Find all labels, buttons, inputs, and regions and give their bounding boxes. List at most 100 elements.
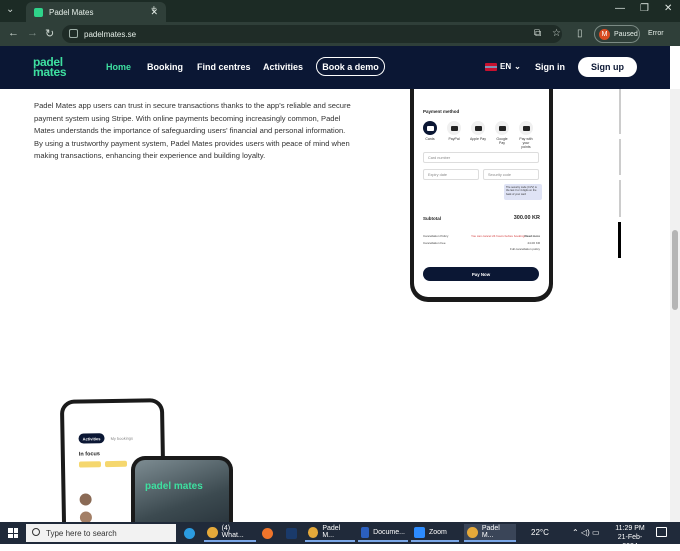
carousel-indicator[interactable] [619, 97, 621, 134]
restore-icon[interactable]: ❐ [640, 3, 649, 14]
nav-find-centres[interactable]: Find centres [197, 62, 251, 72]
bookmark-star-icon[interactable]: ☆ [552, 28, 561, 39]
minimize-icon[interactable]: — [615, 3, 625, 14]
cancellation-policy-label: Cancellation Policy [423, 234, 449, 238]
splash-screen: padel mates [135, 460, 229, 530]
carousel-indicator[interactable] [619, 89, 621, 97]
forward-icon[interactable]: → [27, 27, 38, 39]
windows-start-icon[interactable] [8, 528, 18, 538]
side-panel-icon[interactable]: ▯ [577, 28, 583, 39]
points-icon [519, 121, 533, 135]
clock-date: 21-Feb-2024 [617, 534, 643, 550]
taskbar-app-zoom[interactable]: Zoom [411, 524, 459, 542]
splash-phone-mockup: padel mates [131, 456, 233, 530]
expiry-field: Expiry date [423, 169, 479, 180]
google-pay-icon [495, 121, 509, 135]
install-app-icon[interactable]: ⧉ [534, 28, 541, 39]
nav-booking[interactable]: Booking [147, 62, 183, 72]
taskbar-app-padel-1[interactable]: Padel M... [305, 524, 355, 542]
nav-activities[interactable]: Activities [263, 62, 303, 72]
card-number-field: Card number [423, 152, 539, 163]
method-cards: Cards [422, 121, 438, 141]
scrollbar-thumb[interactable] [672, 230, 678, 310]
taskbar-search[interactable]: Type here to search [26, 524, 176, 542]
card-icon [423, 121, 437, 135]
activities-tab: Activities [78, 433, 105, 444]
page-scrollbar[interactable] [670, 89, 680, 522]
method-paypal: PayPal [446, 121, 462, 141]
method-apple-pay: Apple Pay [470, 121, 486, 141]
reload-icon[interactable]: ↻ [45, 27, 54, 40]
browser-tab[interactable]: Padel Mates ✕ [26, 2, 166, 22]
phone-screen: Payment method Cards PayPal Apple Pay Go… [414, 89, 549, 297]
site-favicon-icon [34, 7, 43, 17]
paypal-icon [447, 121, 461, 135]
taskbar-clock[interactable]: 11:29 PM 21-Feb-2024 [612, 524, 648, 551]
in-focus-heading: In focus [78, 451, 100, 458]
close-window-icon[interactable]: ✕ [664, 3, 672, 14]
sign-in-link[interactable]: Sign in [535, 62, 565, 72]
full-policy-link: Full cancellation policy [509, 247, 540, 251]
browser-tab-strip: ⌄ Padel Mates ✕ + — ❐ ✕ [0, 0, 680, 22]
address-bar[interactable]: padelmates.se [62, 25, 562, 43]
cancellation-note: You can cancel 24 hours before booking [471, 234, 525, 238]
payment-phone-mockup: Payment method Cards PayPal Apple Pay Go… [410, 89, 553, 302]
clock-time: 11:29 PM [615, 525, 645, 532]
book-demo-button[interactable]: Book a demo [316, 57, 385, 76]
cvv-tooltip: The security code (CVV) is the last 3 or… [504, 184, 542, 200]
taskbar-app-padel-2[interactable]: Padel M... [464, 524, 516, 542]
language-label: EN [500, 62, 512, 71]
carousel-indicator-active[interactable] [618, 222, 621, 258]
event-badge [78, 461, 102, 468]
payment-method-title: Payment method [423, 109, 460, 114]
sign-up-button[interactable]: Sign up [578, 57, 637, 77]
profile-button[interactable]: M Paused [594, 25, 640, 43]
nav-home[interactable]: Home [106, 62, 131, 72]
apple-pay-icon [471, 121, 485, 135]
cancellation-fee-value: 24.00 KR [527, 241, 540, 245]
read-more-link: Read more [524, 234, 540, 238]
weather-temperature[interactable]: 22°C [531, 528, 549, 537]
taskbar-app-whatsapp[interactable]: (4) What... [204, 524, 256, 542]
chevron-down-icon: ⌄ [514, 62, 521, 71]
site-info-icon[interactable] [69, 29, 78, 38]
uk-flag-icon [485, 62, 497, 71]
firefox-app-icon[interactable] [259, 524, 276, 542]
cancellation-fee-label: Cancellation Fee [423, 241, 446, 245]
app-logo: padel mates [145, 481, 203, 492]
photoshop-app-icon[interactable] [283, 524, 300, 542]
search-icon [32, 528, 40, 536]
subtotal-label: Subtotal [423, 216, 441, 221]
security-code-field: Security code [483, 169, 539, 180]
tab-title: Padel Mates [49, 7, 94, 17]
chrome-icon [308, 526, 319, 538]
browser-toolbar: ← → ↻ padelmates.se ⧉ ☆ ▯ M Paused Error [0, 22, 680, 46]
profile-status: Paused [614, 30, 638, 38]
carousel-indicator[interactable] [619, 180, 621, 217]
tab-search-icon[interactable]: ⌄ [6, 4, 14, 15]
event-badge [104, 460, 128, 468]
edge-app-icon[interactable] [181, 524, 198, 542]
notification-icon[interactable] [656, 527, 667, 537]
method-google-pay: Google Pay [494, 121, 510, 145]
chrome-icon [207, 526, 218, 538]
word-icon [361, 526, 370, 538]
error-menu-button[interactable]: Error [648, 30, 664, 37]
chrome-icon [467, 526, 478, 538]
back-icon[interactable]: ← [8, 27, 19, 39]
taskbar-app-word[interactable]: Docume... [358, 524, 408, 542]
my-bookings-tab: My bookings [110, 435, 134, 442]
language-selector[interactable]: EN ⌄ [485, 62, 521, 71]
new-tab-icon[interactable]: + [151, 4, 157, 15]
url-text: padelmates.se [84, 29, 137, 39]
site-logo[interactable]: padel mates [33, 56, 77, 78]
carousel-indicator[interactable] [619, 139, 621, 175]
method-points: Pay with your points [518, 121, 534, 149]
search-placeholder: Type here to search [46, 528, 117, 538]
subtotal-value: 300.00 KR [513, 215, 540, 221]
zoom-icon [414, 526, 425, 538]
profile-avatar: M [599, 28, 610, 40]
system-tray-icons[interactable]: ⌃ ◁) ▭ [572, 528, 600, 537]
windows-taskbar: Type here to search (4) What... Padel M.… [0, 522, 680, 550]
stripe-security-paragraph: Padel Mates app users can trust in secur… [34, 101, 351, 161]
